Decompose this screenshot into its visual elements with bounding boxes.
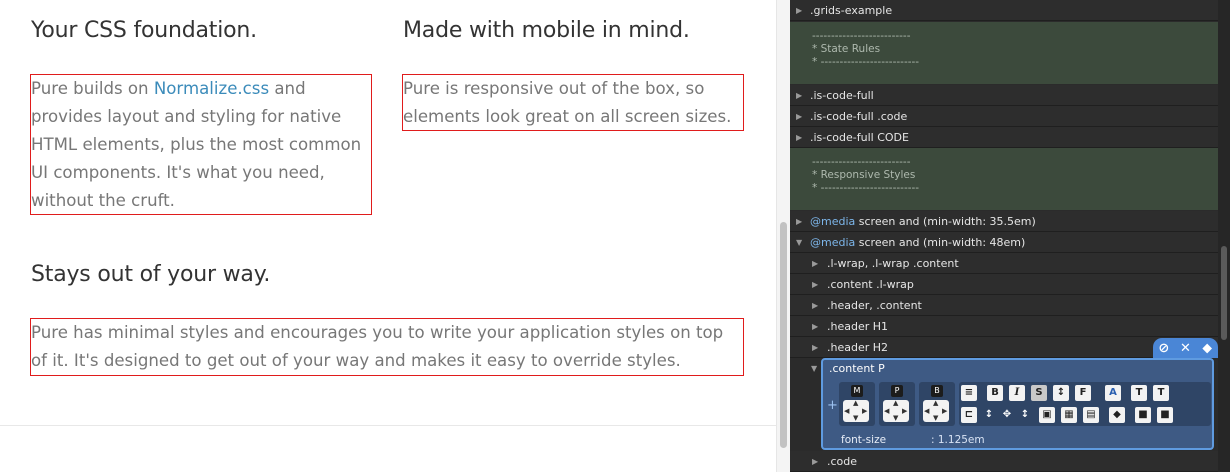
collapse-triangle-icon[interactable]: ▼ — [811, 364, 817, 373]
collapse-triangle-icon[interactable]: ▼ — [796, 232, 802, 253]
feature-heading-foundation: Your CSS foundation. — [31, 18, 257, 43]
rule-selector: .header H1 — [827, 320, 889, 333]
style-toolbar: + M ▲ ◀ ▶ ▼ P ▲ ◀ ▶ ▼ B ▲ ◀ ▶ ▼ ≡ B I S … — [823, 378, 1212, 430]
nested-rule-row[interactable]: ▶ .code — [790, 451, 1218, 472]
navigate-icon[interactable]: ⬥ — [1199, 341, 1215, 356]
nested-rule-row[interactable]: ▶ .header H1 — [790, 316, 1218, 337]
add-property-icon[interactable]: + — [827, 398, 838, 413]
rule-row[interactable]: ▶ .is-code-full .code — [790, 106, 1218, 127]
rule-row[interactable]: ▶ .is-code-full — [790, 85, 1218, 106]
rule-row[interactable]: ▶ .grids-example — [790, 0, 1218, 21]
editor-actions: ⊘ ✕ ⬥ — [1153, 338, 1218, 358]
media-keyword: @media — [810, 236, 856, 249]
disable-rule-icon[interactable]: ⊘ — [1156, 341, 1172, 356]
border-radius-icon[interactable]: ■ — [1157, 407, 1173, 423]
text-shadow-icon[interactable]: T — [1153, 385, 1169, 401]
font-family-icon[interactable]: F — [1075, 385, 1091, 401]
italic-icon[interactable]: I — [1009, 385, 1025, 401]
nested-rule-row[interactable]: ▶ .header, .content — [790, 295, 1218, 316]
feature-heading-way: Stays out of your way. — [31, 262, 271, 287]
page-preview: Your CSS foundation. Made with mobile in… — [0, 0, 776, 472]
expand-triangle-icon[interactable]: ▶ — [812, 253, 818, 274]
property-value[interactable]: : 1.125em — [931, 432, 985, 448]
width-stepper-icon[interactable]: ↕ — [981, 407, 997, 423]
css-inspector-panel: ▶ .grids-example -----------------------… — [790, 0, 1230, 472]
expand-triangle-icon[interactable]: ▶ — [812, 295, 818, 316]
foundation-text-end: and provides layout and styling for nati… — [31, 79, 362, 210]
expand-triangle-icon[interactable]: ▶ — [796, 0, 802, 21]
foundation-text-start: Pure builds on — [31, 79, 154, 98]
media-rule: @media screen and (min-width: 48em) — [810, 232, 1025, 253]
padding-dpad[interactable]: ▲ ◀ ▶ ▼ — [883, 399, 909, 422]
media-query: screen and (min-width: 35.5em) — [858, 215, 1036, 228]
margin-dpad[interactable]: ▲ ◀ ▶ ▼ — [843, 399, 869, 422]
bold-icon[interactable]: B — [987, 385, 1003, 401]
comment-state-rules: -------------------------- * State Rules… — [790, 22, 1218, 84]
page-scrollbar[interactable] — [776, 0, 790, 472]
media-row-35em[interactable]: ▶ @media screen and (min-width: 35.5em) — [790, 211, 1218, 232]
section-divider — [0, 425, 776, 426]
rule-row[interactable]: ▶ .is-code-full CODE — [790, 127, 1218, 148]
property-row[interactable]: font-size : 1.125em — [823, 432, 1212, 448]
feature-text-foundation: Pure builds on Normalize.css and provide… — [30, 74, 372, 215]
border-icon[interactable]: B — [931, 385, 943, 397]
rule-editor[interactable]: ▼ ⊘ ✕ ⬥ .content P + M ▲◀▶▼ P ▲◀▶▼ — [811, 338, 1218, 450]
rule-selector: .l-wrap, .l-wrap .content — [827, 257, 959, 270]
table-icon[interactable]: ▤ — [1083, 407, 1099, 423]
text-transform-icon[interactable]: T — [1131, 385, 1147, 401]
padding-icon[interactable]: P — [891, 385, 903, 397]
expand-triangle-icon[interactable]: ▶ — [796, 106, 802, 127]
gradient-icon[interactable]: ▦ — [1061, 407, 1077, 423]
layout-icon[interactable]: ⊏ — [961, 407, 977, 423]
margin-icon[interactable]: M — [851, 385, 863, 397]
move-icon[interactable]: ✥ — [999, 407, 1015, 423]
expand-triangle-icon[interactable]: ▶ — [796, 85, 802, 106]
media-query: screen and (min-width: 48em) — [858, 236, 1026, 249]
padding-group: P ▲ ◀ ▶ ▼ — [879, 382, 915, 426]
media-keyword: @media — [810, 215, 856, 228]
font-size-icon[interactable]: S — [1031, 385, 1047, 401]
expand-triangle-icon[interactable]: ▶ — [812, 451, 818, 472]
rule-selector: .header H2 — [827, 341, 889, 354]
media-rule: @media screen and (min-width: 35.5em) — [810, 211, 1036, 232]
nested-rule-row[interactable]: ▶ .l-wrap, .l-wrap .content — [790, 253, 1218, 274]
inspector-scrollbar-thumb[interactable] — [1221, 246, 1227, 340]
expand-triangle-icon[interactable]: ▶ — [796, 127, 802, 148]
border-group: B ▲ ◀ ▶ ▼ — [919, 382, 955, 426]
expand-triangle-icon[interactable]: ▶ — [812, 316, 818, 337]
close-icon[interactable]: ✕ — [1177, 341, 1193, 356]
editor-selector: .content P — [829, 362, 885, 375]
media-row-48em[interactable]: ▼ @media screen and (min-width: 48em) — [790, 232, 1218, 253]
rule-selector: .is-code-full — [810, 89, 874, 102]
text-align-icon[interactable]: ≡ — [961, 385, 977, 401]
rule-selector: .grids-example — [810, 4, 893, 17]
normalize-link[interactable]: Normalize.css — [154, 79, 269, 98]
inspector-scrollbar[interactable] — [1218, 0, 1230, 472]
rule-selector: .header, .content — [827, 299, 922, 312]
text-tools-group: ≡ B I S ↕ F A T T ⊏ ↕ ✥ ↕ ▣ ▦ ▤ ◆ ■ ■ — [959, 382, 1211, 426]
rule-selector: .code — [827, 455, 858, 468]
rule-selector: .is-code-full .code — [810, 110, 908, 123]
expand-triangle-icon[interactable]: ▶ — [812, 274, 818, 295]
feature-heading-mobile: Made with mobile in mind. — [403, 18, 690, 43]
rule-selector: .content .l-wrap — [827, 278, 914, 291]
background-image-icon[interactable]: ▣ — [1039, 407, 1055, 423]
fill-color-icon[interactable]: ◆ — [1109, 407, 1125, 423]
nested-rule-row[interactable]: ▶ .content .l-wrap — [790, 274, 1218, 295]
property-name[interactable]: font-size — [841, 432, 886, 448]
comment-responsive-styles: -------------------------- * Responsive … — [790, 148, 1218, 210]
margin-group: M ▲ ◀ ▶ ▼ — [839, 382, 875, 426]
border-dpad[interactable]: ▲ ◀ ▶ ▼ — [923, 399, 949, 422]
feature-text-mobile: Pure is responsive out of the box, so el… — [402, 74, 744, 131]
line-height-icon[interactable]: ↕ — [1053, 385, 1069, 401]
height-stepper-icon[interactable]: ↕ — [1017, 407, 1033, 423]
rule-selector: .is-code-full CODE — [810, 131, 909, 144]
page-scrollbar-thumb[interactable] — [780, 222, 787, 448]
text-color-icon[interactable]: A — [1105, 385, 1121, 401]
expand-triangle-icon[interactable]: ▶ — [796, 211, 802, 232]
expand-triangle-icon[interactable]: ▶ — [812, 337, 818, 358]
feature-text-way: Pure has minimal styles and encourages y… — [30, 318, 744, 376]
box-shadow-icon[interactable]: ■ — [1135, 407, 1151, 423]
